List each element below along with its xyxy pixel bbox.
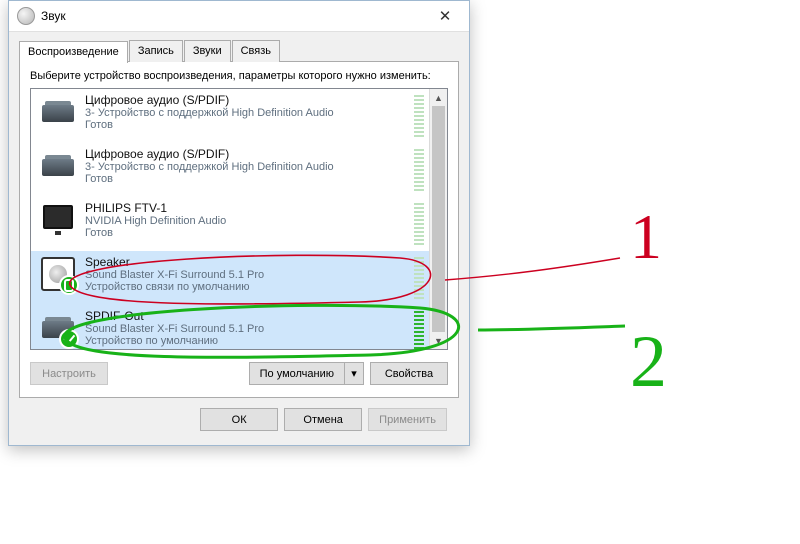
default-badge-icon (59, 329, 79, 349)
device-sub: NVIDIA High Definition Audio (85, 215, 408, 227)
device-name: Цифровое аудио (S/PDIF) (85, 93, 408, 107)
properties-button[interactable]: Свойства (370, 362, 448, 385)
tabstrip: Воспроизведение Запись Звуки Связь (19, 40, 459, 62)
device-text: SPDIF-OutSound Blaster X-Fi Surround 5.1… (85, 309, 408, 350)
tab-sounds[interactable]: Звуки (184, 40, 231, 62)
receiver-icon (39, 93, 77, 131)
device-row[interactable]: Цифровое аудио (S/PDIF)3- Устройство с п… (31, 143, 430, 197)
default-badge-icon (59, 275, 79, 295)
set-default-split-button[interactable]: По умолчанию ▾ (249, 362, 364, 385)
receiver-icon (39, 147, 77, 185)
receiver-icon (39, 309, 77, 347)
device-list[interactable]: Цифровое аудио (S/PDIF)3- Устройство с п… (30, 88, 448, 350)
tab-communications[interactable]: Связь (232, 40, 280, 62)
device-sub: 3- Устройство с поддержкой High Definiti… (85, 161, 408, 173)
scrollbar[interactable]: ▲ ▼ (429, 89, 447, 349)
close-button[interactable]: ✕ (425, 1, 465, 31)
level-meter (414, 93, 424, 139)
window-title: Звук (41, 9, 425, 23)
device-name: Цифровое аудио (S/PDIF) (85, 147, 408, 161)
configure-button[interactable]: Настроить (30, 362, 108, 385)
sound-dialog: Звук ✕ Воспроизведение Запись Звуки Связ… (8, 0, 470, 446)
device-sub: 3- Устройство с поддержкой High Definiti… (85, 107, 408, 119)
scroll-up-icon[interactable]: ▲ (430, 89, 447, 106)
level-meter (414, 147, 424, 193)
device-text: Цифровое аудио (S/PDIF)3- Устройство с п… (85, 147, 408, 193)
level-meter (414, 255, 424, 301)
device-row[interactable]: SPDIF-OutSound Blaster X-Fi Surround 5.1… (31, 305, 430, 350)
tab-playback[interactable]: Воспроизведение (19, 41, 128, 63)
annotation-green-arrow (478, 326, 625, 330)
device-status: Готов (85, 173, 408, 185)
level-meter (414, 309, 424, 350)
scroll-down-icon[interactable]: ▼ (430, 332, 447, 349)
device-status: Устройство связи по умолчанию (85, 281, 408, 293)
device-sub: Sound Blaster X-Fi Surround 5.1 Pro (85, 323, 408, 335)
tab-page-playback: Выберите устройство воспроизведения, пар… (19, 61, 459, 398)
scrollbar-thumb[interactable] (432, 106, 445, 332)
instruction-text: Выберите устройство воспроизведения, пар… (30, 70, 448, 82)
device-status: Готов (85, 227, 408, 239)
sound-icon (17, 7, 35, 25)
annotation-label-1: 1 (630, 200, 662, 274)
tab-recording[interactable]: Запись (129, 40, 183, 62)
annotation-red-arrow (445, 258, 620, 280)
cancel-button[interactable]: Отмена (284, 408, 362, 431)
device-name: PHILIPS FTV-1 (85, 201, 408, 215)
apply-button[interactable]: Применить (368, 408, 447, 431)
set-default-button[interactable]: По умолчанию (249, 362, 344, 385)
device-status: Готов (85, 119, 408, 131)
device-sub: Sound Blaster X-Fi Surround 5.1 Pro (85, 269, 408, 281)
set-default-dropdown[interactable]: ▾ (344, 362, 364, 385)
titlebar[interactable]: Звук ✕ (9, 1, 469, 32)
device-row[interactable]: SpeakerSound Blaster X-Fi Surround 5.1 P… (31, 251, 430, 305)
ok-button[interactable]: ОК (200, 408, 278, 431)
speaker-icon (39, 255, 77, 293)
device-text: SpeakerSound Blaster X-Fi Surround 5.1 P… (85, 255, 408, 301)
monitor-icon (39, 201, 77, 239)
device-text: Цифровое аудио (S/PDIF)3- Устройство с п… (85, 93, 408, 139)
device-row[interactable]: Цифровое аудио (S/PDIF)3- Устройство с п… (31, 89, 430, 143)
device-name: SPDIF-Out (85, 309, 408, 323)
level-meter (414, 201, 424, 247)
device-text: PHILIPS FTV-1NVIDIA High Definition Audi… (85, 201, 408, 247)
device-name: Speaker (85, 255, 408, 269)
device-status: Устройство по умолчанию (85, 335, 408, 347)
annotation-label-2: 2 (630, 320, 667, 405)
device-row[interactable]: PHILIPS FTV-1NVIDIA High Definition Audi… (31, 197, 430, 251)
